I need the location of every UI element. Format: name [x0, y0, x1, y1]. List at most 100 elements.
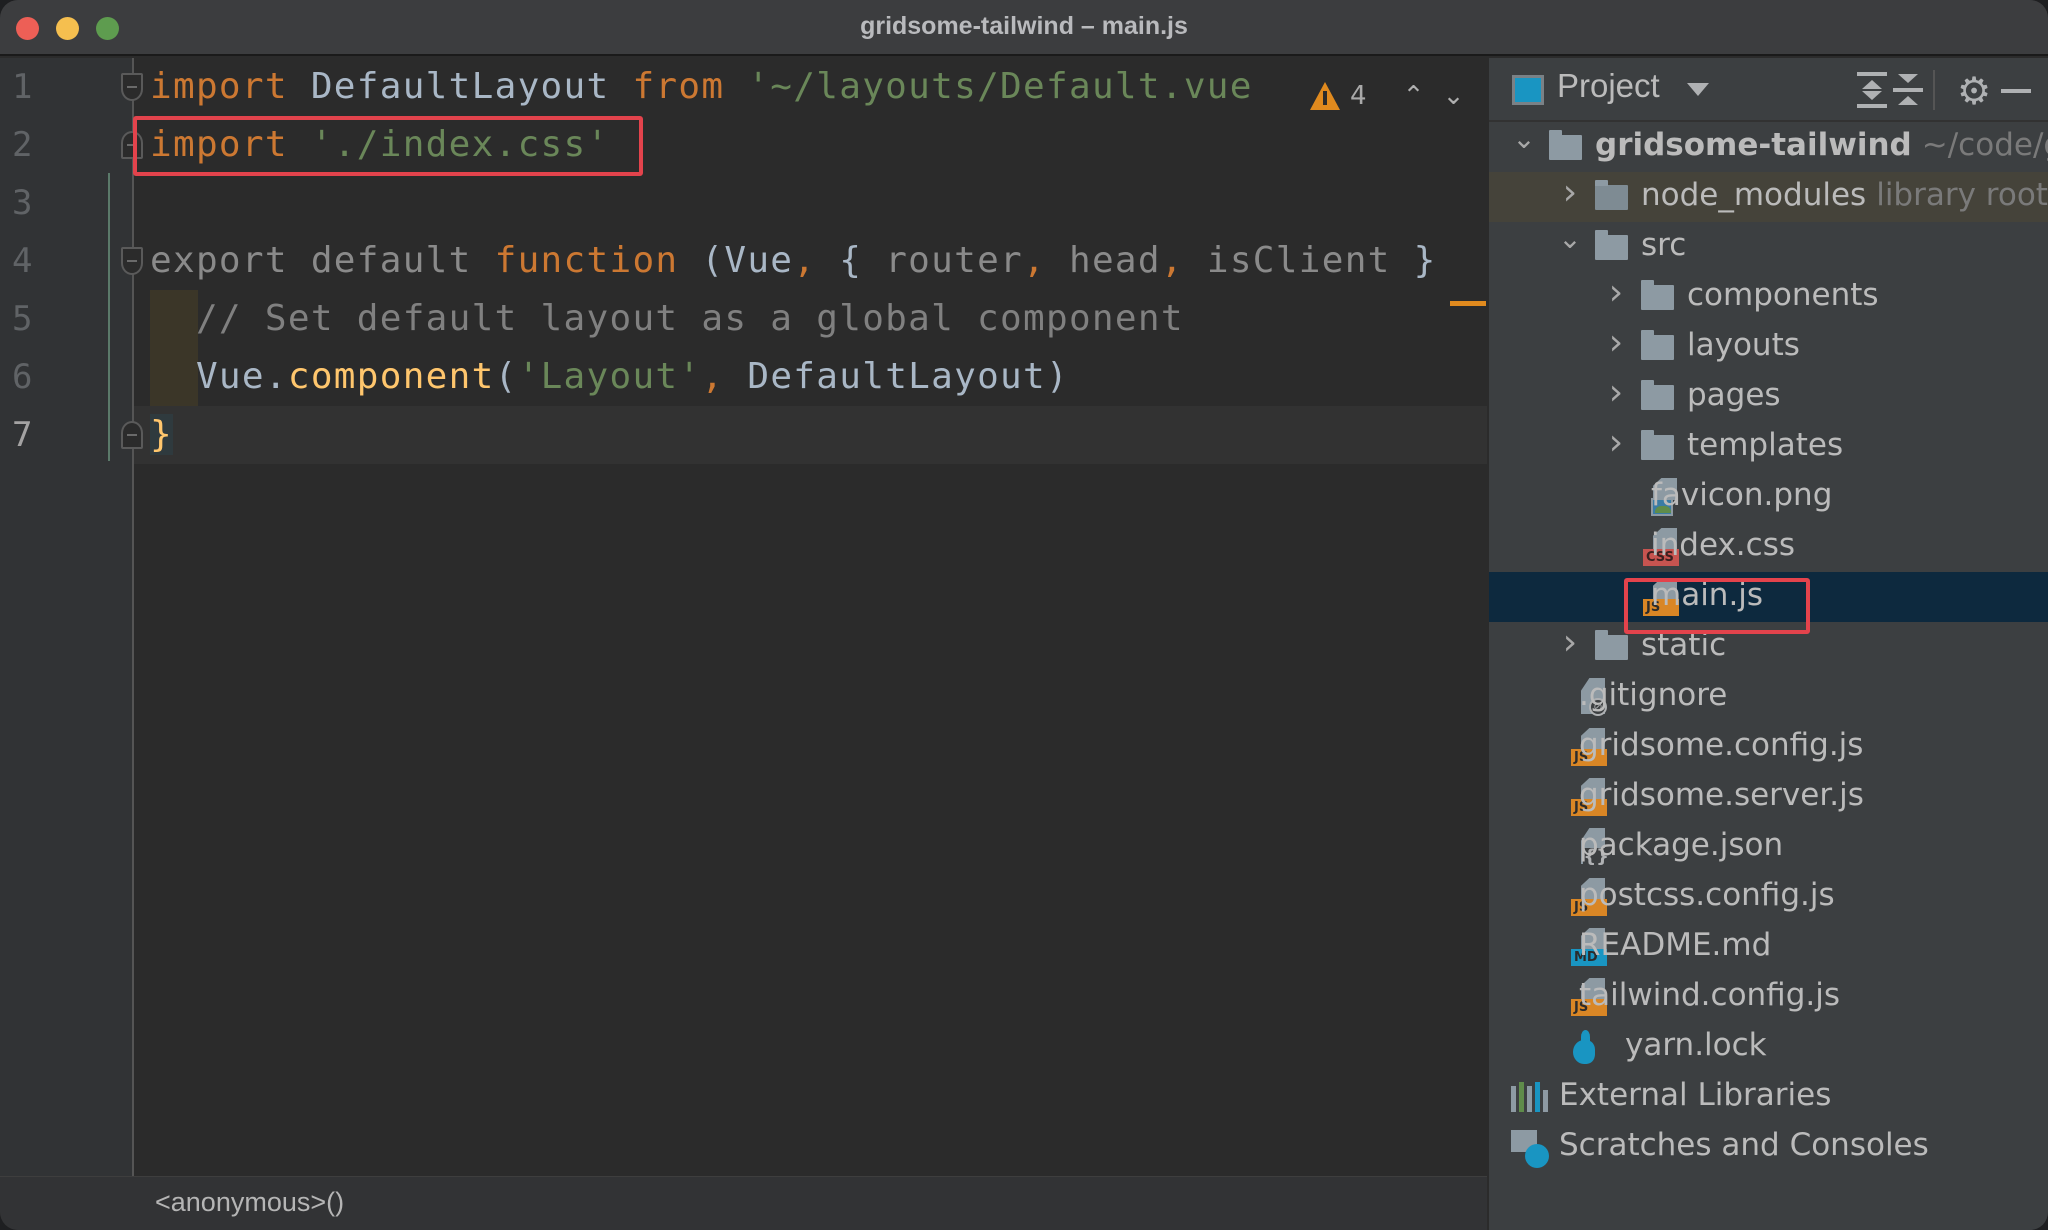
code-editor[interactable]: 1234567 import DefaultLayout from '~/lay… — [0, 58, 1487, 1176]
chevron-right-icon[interactable]: › — [1603, 372, 1629, 413]
code-token: , — [701, 356, 725, 397]
tree-item-external-libraries[interactable]: External Libraries — [1489, 1072, 2048, 1122]
project-window-icon — [1512, 75, 1544, 105]
tree-item-name: Scratches and Consoles — [1559, 1127, 1929, 1163]
tree-item-name: templates — [1687, 427, 1844, 463]
tree-item-name: components — [1687, 277, 1879, 313]
chevron-right-icon[interactable]: › — [1557, 172, 1583, 213]
tree-item-name: gridsome.config.js — [1579, 727, 1864, 763]
tree-item-index-css[interactable]: CSS index.css — [1489, 522, 2048, 572]
gear-icon[interactable]: ⚙ — [1957, 71, 1991, 111]
ide-window: gridsome-tailwind – main.js 1234567 impo… — [0, 0, 2048, 1230]
tree-item-gridsome-server-js[interactable]: JS gridsome.server.js — [1489, 772, 2048, 822]
tree-item-gridsome-config-js[interactable]: JS gridsome.config.js — [1489, 722, 2048, 772]
tree-item-name: gridsome.server.js — [1579, 777, 1864, 813]
expand-all-icon[interactable] — [1855, 72, 1889, 108]
tree-item-label: pages — [1687, 377, 1781, 413]
tree-item-yarn-lock[interactable]: yarn.lock — [1489, 1022, 2048, 1072]
tree-item-package-json[interactable]: {} package.json — [1489, 822, 2048, 872]
tree-item-label: layouts — [1687, 327, 1800, 363]
tree-item-name: node_modules — [1641, 177, 1867, 213]
folder-icon — [1641, 280, 1674, 310]
tree-item-node-modules[interactable]: › node_modules library root — [1489, 172, 2048, 222]
code-line[interactable]: Vue.component('Layout', DefaultLayout) — [150, 348, 1069, 406]
annotation-highlight-main-js — [1624, 578, 1810, 634]
code-line[interactable]: export default function (Vue, { router, … — [150, 232, 1437, 290]
caret-down-icon[interactable] — [1687, 83, 1709, 96]
chevron-right-icon[interactable]: › — [1603, 272, 1629, 313]
folder-icon — [1595, 630, 1628, 660]
tree-item-name: pages — [1687, 377, 1781, 413]
tree-item-templates[interactable]: › templates — [1489, 422, 2048, 472]
tree-item-tailwind-config-js[interactable]: JS tailwind.config.js — [1489, 972, 2048, 1022]
warning-icon — [1310, 82, 1340, 110]
line-number[interactable]: 6 — [12, 348, 52, 406]
folder-icon — [1595, 180, 1628, 210]
tree-item-label: tailwind.config.js — [1579, 977, 1840, 1013]
vcs-change-marker[interactable] — [108, 173, 110, 461]
tree-item-pages[interactable]: › pages — [1489, 372, 2048, 422]
annotation-highlight-import-css — [133, 116, 643, 176]
chevron-up-icon[interactable]: ⌃ — [1399, 81, 1429, 111]
window-title: gridsome-tailwind – main.js — [860, 12, 1188, 40]
tree-item-name: README.md — [1579, 927, 1772, 963]
tree-item-name: package.json — [1579, 827, 1784, 863]
line-number[interactable]: 1 — [12, 58, 52, 116]
fold-collapse-icon[interactable] — [121, 247, 143, 275]
tree-item-layouts[interactable]: › layouts — [1489, 322, 2048, 372]
tree-item-src[interactable]: ⌄ src — [1489, 222, 2048, 272]
folder-icon — [1595, 230, 1628, 260]
tree-item-gridsome-tailwind[interactable]: ⌄ gridsome-tailwind~/code/g — [1489, 122, 2048, 172]
code-token: ( — [494, 356, 518, 397]
line-number[interactable]: 5 — [12, 290, 52, 348]
breadcrumb[interactable]: <anonymous>() — [155, 1187, 344, 1218]
code-line[interactable]: import DefaultLayout from '~/layouts/Def… — [150, 58, 1253, 116]
tree-item-scratches-and-consoles[interactable]: Scratches and Consoles — [1489, 1122, 2048, 1172]
collapse-all-icon[interactable] — [1891, 72, 1925, 108]
tree-item-components[interactable]: › components — [1489, 272, 2048, 322]
chevron-right-icon[interactable]: › — [1603, 422, 1629, 463]
chevron-right-icon[interactable]: › — [1603, 322, 1629, 363]
tree-item-name: postcss.config.js — [1579, 877, 1835, 913]
code-token: isClient — [1183, 240, 1391, 281]
folder-icon — [1641, 380, 1674, 410]
tree-item-hint: ~/code/g — [1921, 127, 2048, 163]
minimize-icon[interactable] — [2001, 89, 2031, 93]
tree-item-gitignore[interactable]: ⊘ .gitignore — [1489, 672, 2048, 722]
tree-item-label: favicon.png — [1651, 477, 1832, 513]
line-number[interactable]: 7 — [12, 406, 52, 464]
tree-item-postcss-config-js[interactable]: JS postcss.config.js — [1489, 872, 2048, 922]
tree-item-label: README.md — [1579, 927, 1771, 963]
tree-item-favicon-png[interactable]: favicon.png — [1489, 472, 2048, 522]
code-token: , — [1023, 240, 1047, 281]
tree-item-name: yarn.lock — [1625, 1027, 1767, 1063]
chevron-down-icon[interactable]: ⌄ — [1439, 81, 1469, 111]
code-token: Vue. — [150, 356, 288, 397]
chevron-right-icon[interactable]: › — [1557, 622, 1583, 663]
tree-item-readme-md[interactable]: MD README.md — [1489, 922, 2048, 972]
code-line[interactable]: } — [150, 406, 173, 464]
toolbar-separator — [1933, 70, 1935, 110]
code-token: // Set default layout as a global compon… — [150, 298, 1184, 339]
chevron-down-icon[interactable]: ⌄ — [1557, 222, 1583, 255]
gutter-divider — [132, 58, 134, 1176]
code-token: , — [793, 240, 817, 281]
chevron-down-icon[interactable]: ⌄ — [1511, 122, 1537, 155]
yarn-icon — [1571, 1030, 1605, 1066]
line-number[interactable]: 3 — [12, 174, 52, 232]
tree-item-label: templates — [1687, 427, 1843, 463]
code-token: (Vue — [678, 240, 794, 281]
tree-item-label: gridsome.config.js — [1579, 727, 1863, 763]
inspection-widget[interactable]: 4 ⌃ ⌄ — [1310, 76, 1469, 116]
warning-stripe-marker[interactable] — [1450, 301, 1486, 306]
code-line[interactable]: // Set default layout as a global compon… — [150, 290, 1184, 348]
code-token: head — [1046, 240, 1161, 281]
fold-collapse-icon[interactable] — [121, 73, 143, 101]
tree-item-label: index.css — [1651, 527, 1795, 563]
project-view-selector[interactable]: Project — [1557, 67, 1660, 105]
fold-end-icon[interactable] — [121, 421, 143, 449]
code-token: '~/layouts/Default.vue — [724, 66, 1253, 107]
folder-icon — [1641, 430, 1674, 460]
line-number[interactable]: 4 — [12, 232, 52, 290]
line-number[interactable]: 2 — [12, 116, 52, 174]
